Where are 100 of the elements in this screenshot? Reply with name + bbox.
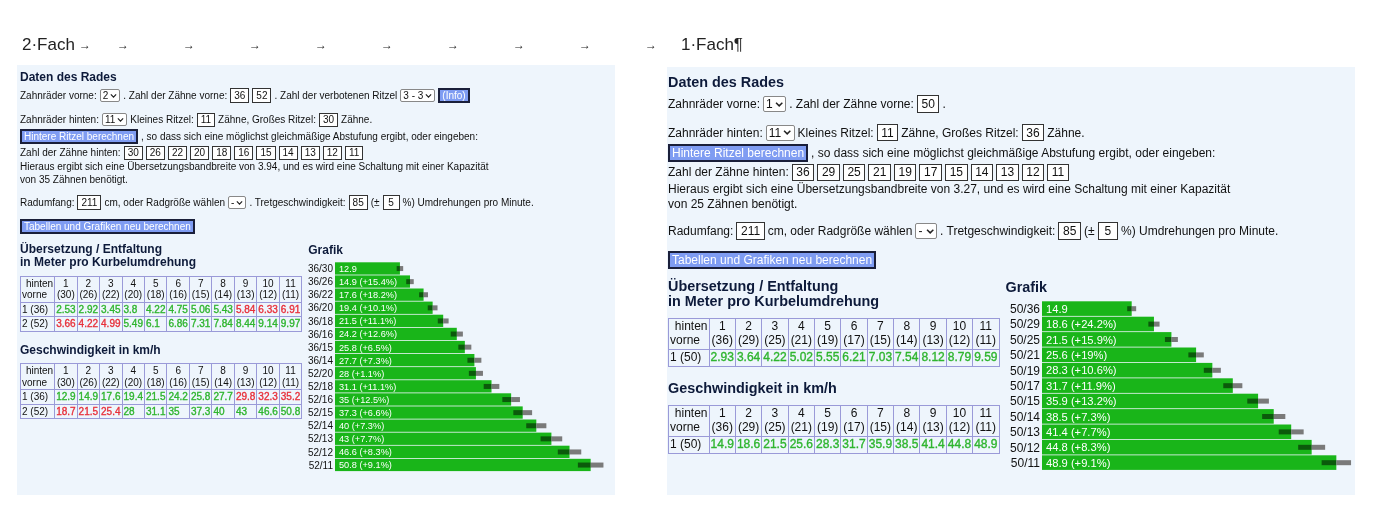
table-cell: 3.45 [99,302,123,317]
dropdown[interactable]: 2 [99,88,121,102]
bar: 28.3 (+10.6%) [1041,362,1212,378]
bar: 43 (+7.7%) [335,432,552,445]
table-cell: 50.8 [279,404,302,419]
dropdown[interactable]: 1 [763,96,787,112]
input-field[interactable]: 211 [77,195,102,210]
input-field[interactable]: 17 [919,163,943,182]
row-header: 1 (36) [20,302,55,317]
table-cell: 2.92 [77,302,100,317]
input-field[interactable]: 11 [1047,163,1069,182]
table-cell: 3.8 [122,302,145,317]
bar: 28 (+1.1%) [335,367,477,380]
input-field[interactable]: 36 [1021,124,1045,142]
input-field[interactable]: 5 [382,195,400,210]
tab-mark: → [116,38,129,52]
input-field[interactable]: 36 [230,88,250,103]
input-field[interactable]: 52 [252,88,272,103]
category-label: 52/12 [308,446,334,458]
input-field[interactable]: 12 [1021,163,1045,182]
column-header: 9 (13) [919,405,947,437]
label-text: %) Umdrehungen pro Minute. [402,196,534,208]
label-text: cm, oder Radgröße wählen [104,196,226,208]
input-field[interactable]: 21 [868,163,891,182]
column-header: 11 (11) [279,363,302,390]
header-label: vorne [22,289,48,301]
input-field[interactable]: 30 [318,112,339,128]
input-field[interactable]: 20 [190,145,210,161]
label-text: . Zahl der verbotenen Ritzel [274,89,398,101]
data-label: 37.3 (+6.6%) [339,408,393,419]
label-text: Zähne, Großes Ritzel: [901,125,1019,140]
input-field[interactable]: 25 [842,163,866,182]
label-text: Kleines Ritzel: [130,114,194,126]
input-field[interactable]: 15 [256,145,276,161]
input-field[interactable]: 50 [916,95,940,113]
category-label: 50/14 [1009,409,1040,424]
table-cell: 7.03 [867,349,894,367]
table-cell: 25.8 [189,389,212,405]
label-text: %) Umdrehungen pro Minute. [1120,224,1279,239]
table-cell: 29.8 [234,389,257,405]
column-header: 6 (17) [840,405,868,437]
label-text: Zahnräder hinten: [20,114,99,126]
column-header: 7 (15) [867,405,894,437]
input-field[interactable]: 14 [278,145,298,161]
data-label: 40 (+7.3%) [339,421,385,432]
header-label: hinten [673,319,708,334]
dropdown[interactable]: 11 [101,113,128,127]
table-cell: 48.9 [972,436,999,454]
section-title: in Meter pro Kurbelumdrehung [668,293,881,310]
error-bar [469,370,484,376]
input-field[interactable]: 29 [817,163,840,182]
dropdown[interactable]: - [915,223,938,239]
input-field[interactable]: 36 [791,163,815,182]
table-cell: 8.44 [234,316,257,332]
input-field[interactable]: 16 [234,145,254,161]
input-field[interactable]: 85 [348,195,368,210]
table-cell: 3.66 [54,316,78,332]
label-text: Zahl der Zähne hinten: [20,147,121,159]
error-bar [1321,459,1351,465]
column-header: 2 (26) [77,276,100,303]
input-field[interactable]: 12 [322,145,342,161]
input-field[interactable]: 18 [212,145,232,161]
input-field[interactable]: 211 [736,222,765,240]
error-bar [1297,444,1325,450]
input-field[interactable]: 30 [123,145,143,161]
dropdown[interactable]: 11 [765,124,795,141]
input-field[interactable]: 11 [344,145,364,161]
input-field[interactable]: 22 [167,145,187,161]
input-field[interactable]: 15 [945,163,968,182]
error-bar [451,331,464,337]
bar: 35 (+12.5%) [335,393,512,406]
bar: 46.6 (+8.3%) [335,445,570,458]
section-title: Übersetzung / Entfaltung [20,243,163,256]
tab-mark: → [644,38,657,52]
column-header: 8 (14) [893,318,920,350]
chevron-icon [236,199,244,206]
label-text: Zahnräder vorne: [668,96,761,111]
chart-title: Grafik [308,243,344,258]
dropdown[interactable]: 3 - 3 [400,88,436,102]
input-field[interactable]: 13 [300,145,320,161]
input-field[interactable]: 13 [996,163,1019,182]
column-header: 4 (20) [122,363,145,390]
category-label: 36/26 [308,276,334,288]
dropdown[interactable]: - [228,195,247,209]
section-title: Daten des Rades [668,73,785,92]
input-field[interactable]: 14 [970,163,994,182]
bar: 37.3 (+6.6%) [335,406,523,419]
error-bar [483,383,500,389]
data-label: 41.4 (+7.7%) [1045,425,1111,438]
input-field[interactable]: 26 [145,145,165,161]
bar: 19.4 (+10.1%) [335,301,433,314]
input-field[interactable]: 19 [893,163,917,182]
input-field[interactable]: 85 [1058,222,1081,240]
input-field[interactable]: 11 [196,112,216,128]
input-field[interactable]: 5 [1097,222,1118,240]
column-header: 5 (18) [144,276,167,303]
input-field[interactable]: 11 [876,124,899,142]
column-header: 11 (11) [972,318,999,350]
error-bar [502,397,521,403]
table-cell: 25.4 [99,404,123,419]
